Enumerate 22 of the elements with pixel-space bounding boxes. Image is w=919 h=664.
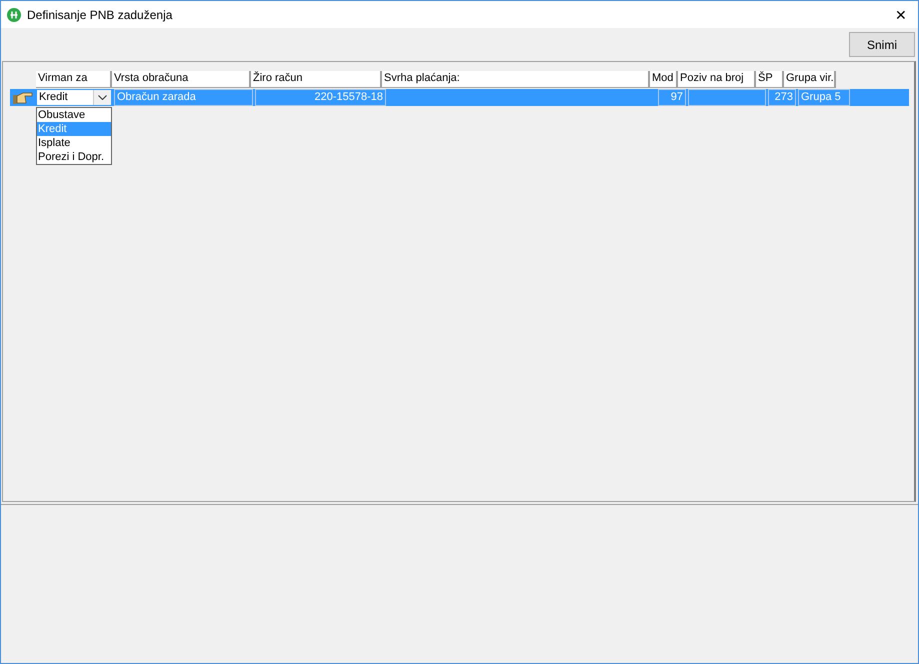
combo-box[interactable]: Kredit	[36, 89, 112, 106]
table-cell: Obračun zarada	[114, 89, 253, 106]
column-header[interactable]: Poziv na broj	[678, 71, 756, 88]
chevron-down-icon	[98, 95, 107, 100]
close-button[interactable]: ✕	[884, 1, 918, 28]
column-header[interactable]: Vrsta obračuna	[112, 71, 251, 88]
pointing-hand-icon	[13, 92, 33, 104]
dropdown-button[interactable]	[93, 90, 111, 105]
column-header[interactable]: Žiro račun	[251, 71, 382, 88]
column-header[interactable]: ŠP	[756, 71, 784, 88]
table-cell: 273	[768, 89, 796, 106]
column-header[interactable]: Svrha plaćanja:	[382, 71, 650, 88]
column-header[interactable]: Grupa vir.	[784, 71, 836, 88]
app-icon	[7, 8, 21, 22]
save-button[interactable]: Snimi	[849, 32, 915, 57]
window-title: Definisanje PNB zaduženja	[27, 8, 174, 22]
column-header[interactable]: Virman za	[36, 71, 112, 88]
column-header[interactable]: Mod	[650, 71, 678, 88]
table-cell: Grupa 5	[798, 89, 850, 106]
table-cell: 97	[658, 89, 686, 106]
table-cell: 220-15578-18	[255, 89, 386, 106]
grid-row[interactable]: Kredit Obračun zarada 220-15578-18 97 273 Grupa 5	[10, 89, 909, 106]
